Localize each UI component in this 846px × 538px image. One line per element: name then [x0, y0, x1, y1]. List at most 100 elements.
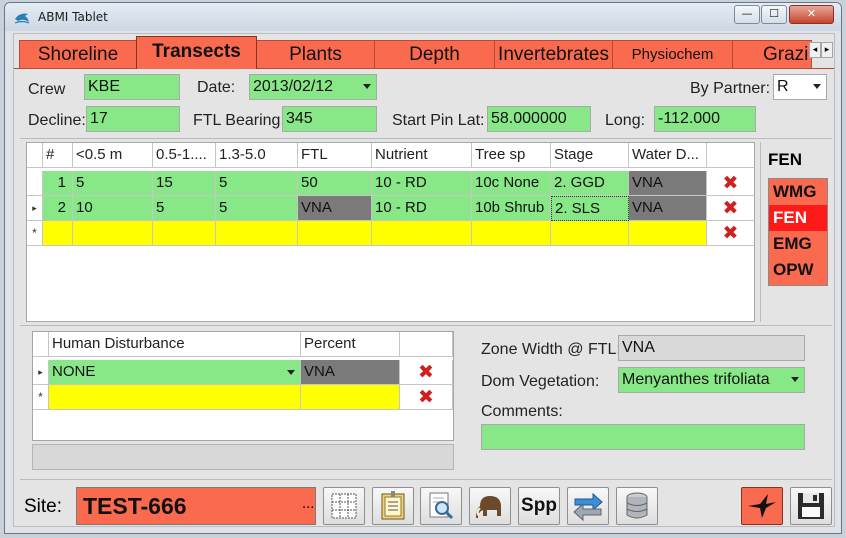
- column-header[interactable]: 1.3-5.0: [216, 143, 298, 168]
- current-row-indicator[interactable]: ▸: [27, 196, 43, 221]
- new-cell[interactable]: [629, 221, 707, 246]
- new-cell[interactable]: [551, 221, 629, 246]
- delete-row-button[interactable]: ✖: [707, 171, 754, 196]
- new-cell[interactable]: [372, 221, 472, 246]
- crew-label: Crew: [28, 81, 66, 98]
- tab-physiochem[interactable]: Physiochem: [612, 40, 733, 68]
- cell-tree-sp[interactable]: 10b Shrub: [472, 196, 551, 221]
- bird-icon: [748, 494, 776, 518]
- crew-field[interactable]: KBE: [84, 74, 180, 100]
- tab-transects[interactable]: Transects: [136, 36, 257, 69]
- disturbance-select[interactable]: NONE: [49, 360, 301, 385]
- column-header[interactable]: Human Disturbance: [49, 332, 301, 357]
- new-cell[interactable]: [472, 221, 551, 246]
- cell-under-0-5m[interactable]: 5: [73, 171, 153, 196]
- column-header[interactable]: #: [43, 143, 73, 168]
- delete-row-button[interactable]: ✖: [400, 360, 453, 385]
- zone-item-wmg[interactable]: WMG: [769, 179, 827, 205]
- delete-row-button[interactable]: ✖: [400, 385, 453, 410]
- tab-strip: Shoreline Transects Plants Depth Inverte…: [14, 34, 834, 69]
- zone-list[interactable]: WMG FEN EMG OPW: [768, 178, 828, 286]
- new-cell[interactable]: [43, 221, 73, 246]
- long-field[interactable]: -112.000: [654, 106, 756, 132]
- row-number[interactable]: 1: [43, 171, 73, 196]
- site-browse-button[interactable]: ...: [302, 497, 314, 512]
- cell-water-depth[interactable]: VNA: [629, 196, 707, 221]
- zone-width-field[interactable]: VNA: [618, 335, 805, 361]
- column-header[interactable]: Nutrient: [372, 143, 472, 168]
- cell-ftl[interactable]: 50: [298, 171, 372, 196]
- column-header[interactable]: 0.5-1....: [153, 143, 216, 168]
- cell-1-3-5-0[interactable]: 5: [216, 196, 298, 221]
- column-header[interactable]: Stage: [551, 143, 629, 168]
- comments-field[interactable]: [481, 424, 805, 450]
- dom-vegetation-select[interactable]: Menyanthes trifoliata: [618, 367, 805, 393]
- site-field[interactable]: TEST-666: [76, 487, 316, 525]
- new-cell[interactable]: [49, 385, 301, 410]
- column-header[interactable]: <0.5 m: [73, 143, 153, 168]
- notebook-button[interactable]: [372, 487, 414, 525]
- new-cell[interactable]: [153, 221, 216, 246]
- delete-row-button[interactable]: ✖: [707, 196, 754, 221]
- column-header[interactable]: Tree sp: [472, 143, 551, 168]
- grid-button[interactable]: [323, 487, 365, 525]
- ftl-bearing-field[interactable]: 345: [282, 106, 377, 132]
- current-row-indicator[interactable]: ▸: [33, 360, 49, 385]
- row-number[interactable]: 2: [43, 196, 73, 221]
- date-picker[interactable]: 2013/02/12: [249, 74, 377, 100]
- chevron-down-icon: [791, 377, 799, 382]
- disturbance-grid[interactable]: Human Disturbance Percent ▸ NONE VNA ✖ *…: [32, 331, 454, 441]
- start-lat-field[interactable]: 58.000000: [487, 106, 591, 132]
- cell-1-3-5-0[interactable]: 5: [216, 171, 298, 196]
- database-button[interactable]: [616, 487, 658, 525]
- new-cell[interactable]: [216, 221, 298, 246]
- bird-button[interactable]: [741, 487, 783, 525]
- partner-select[interactable]: R: [773, 74, 827, 100]
- transect-grid[interactable]: # <0.5 m 0.5-1.... 1.3-5.0 FTL Nutrient …: [26, 142, 755, 322]
- cell-ftl[interactable]: VNA: [298, 196, 372, 221]
- cell-stage[interactable]: 2. SLS: [551, 196, 629, 221]
- tab-depth[interactable]: Depth: [374, 40, 495, 68]
- tab-scroll-left[interactable]: ◂: [809, 42, 821, 58]
- new-row-indicator[interactable]: *: [33, 385, 49, 410]
- section-divider: [20, 138, 832, 139]
- zone-item-opw[interactable]: OPW: [769, 257, 827, 283]
- cell-0-5-1[interactable]: 15: [153, 171, 216, 196]
- tab-shoreline[interactable]: Shoreline: [19, 40, 137, 68]
- tab-scroll-right[interactable]: ▸: [821, 42, 833, 58]
- spp-button[interactable]: Spp: [518, 487, 560, 525]
- tab-plants[interactable]: Plants: [256, 40, 375, 68]
- new-cell[interactable]: [73, 221, 153, 246]
- cell-percent[interactable]: VNA: [301, 360, 400, 385]
- row-header[interactable]: [27, 171, 43, 196]
- cell-water-depth[interactable]: VNA: [629, 171, 707, 196]
- tab-grazing[interactable]: Grazi: [732, 40, 812, 68]
- section-divider: [20, 479, 832, 480]
- column-header[interactable]: Percent: [301, 332, 400, 357]
- new-cell[interactable]: [301, 385, 400, 410]
- dom-vegetation-value: Menyanthes trifoliata: [622, 371, 770, 388]
- cell-nutrient[interactable]: 10 - RD: [372, 171, 472, 196]
- tab-invertebrates[interactable]: Invertebrates: [494, 40, 613, 68]
- cell-stage[interactable]: 2. GGD: [551, 171, 629, 196]
- mammoth-button[interactable]: [469, 487, 511, 525]
- column-header[interactable]: Water D...: [629, 143, 707, 168]
- sync-button[interactable]: [567, 487, 609, 525]
- close-window-button[interactable]: ✕: [789, 5, 834, 24]
- zone-item-emg[interactable]: EMG: [769, 231, 827, 257]
- new-cell[interactable]: [298, 221, 372, 246]
- cell-0-5-1[interactable]: 5: [153, 196, 216, 221]
- new-row-indicator[interactable]: *: [27, 221, 43, 246]
- title-bar[interactable]: ABMI Tablet — ☐ ✕: [5, 3, 841, 31]
- search-button[interactable]: [420, 487, 462, 525]
- maximize-button[interactable]: ☐: [761, 5, 787, 24]
- cell-nutrient[interactable]: 10 - RD: [372, 196, 472, 221]
- delete-row-button[interactable]: ✖: [707, 221, 754, 246]
- zone-item-fen[interactable]: FEN: [769, 205, 827, 231]
- column-header[interactable]: FTL: [298, 143, 372, 168]
- minimize-button[interactable]: —: [734, 5, 760, 24]
- decline-field[interactable]: 17: [86, 106, 180, 132]
- cell-under-0-5m[interactable]: 10: [73, 196, 153, 221]
- save-button[interactable]: [790, 487, 832, 525]
- cell-tree-sp[interactable]: 10c None: [472, 171, 551, 196]
